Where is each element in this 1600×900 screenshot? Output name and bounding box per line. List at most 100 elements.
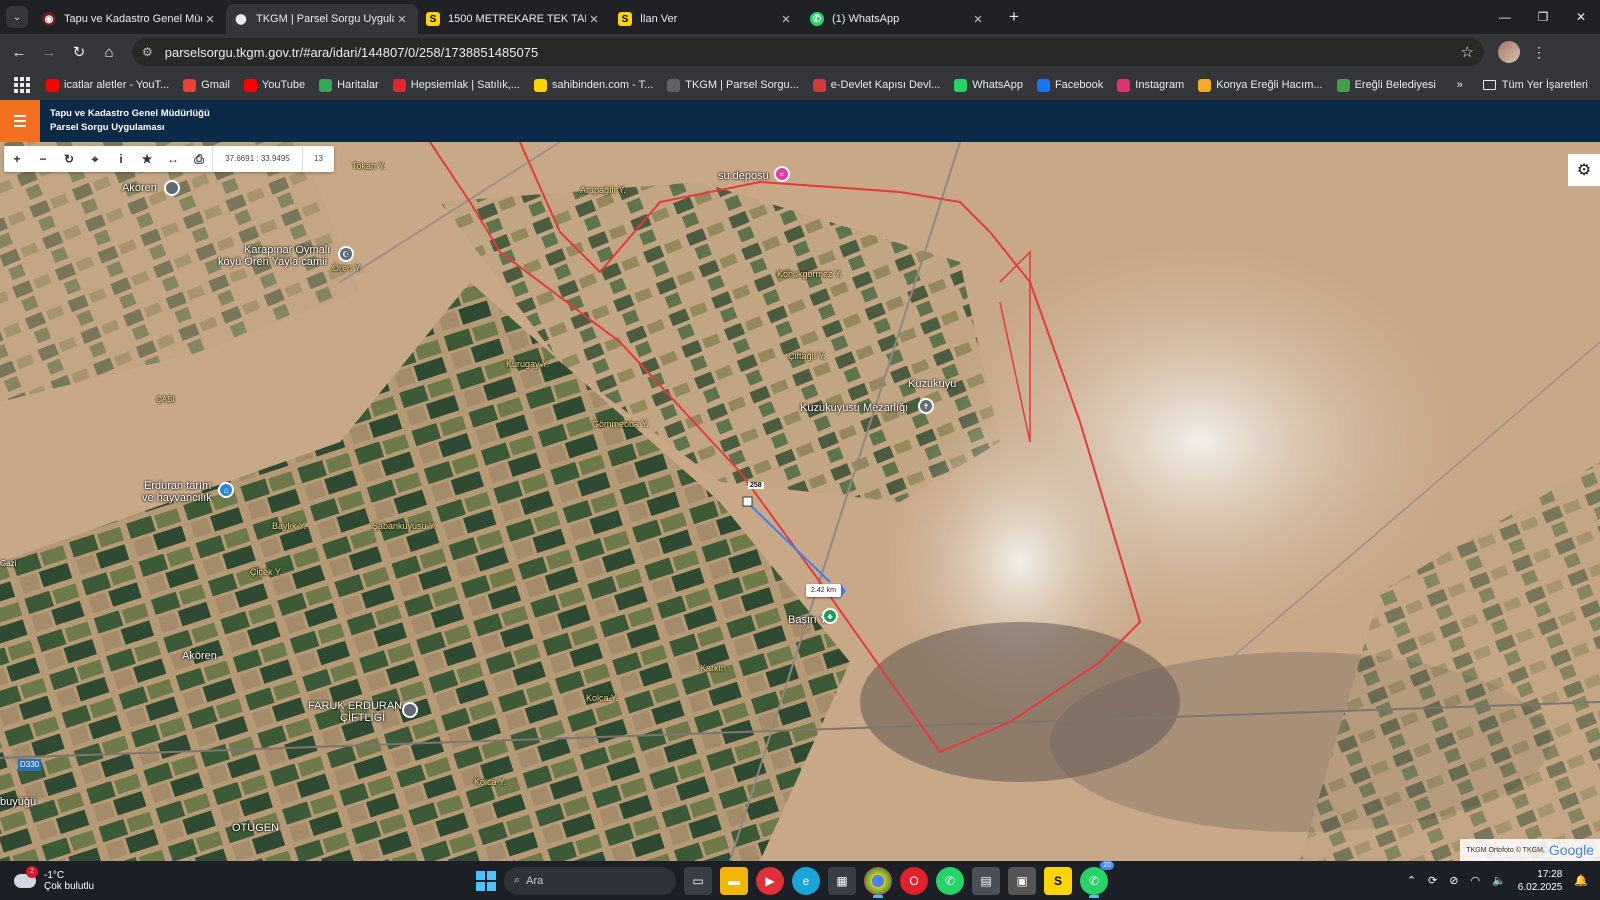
- place-label: Kurugay Y.: [506, 359, 550, 369]
- back-button[interactable]: ←: [4, 37, 34, 67]
- bookmark-label: Haritalar: [337, 79, 379, 91]
- all-bookmarks-folder[interactable]: Tüm Yer İşaretleri: [1482, 79, 1588, 91]
- bookmark-item[interactable]: TKGM | Parsel Sorgu...: [667, 78, 799, 92]
- whatsapp-desktop-icon[interactable]: ✆: [936, 866, 964, 895]
- zoom-out-button[interactable]: −: [30, 146, 56, 172]
- minimize-button[interactable]: —: [1486, 0, 1524, 34]
- clock[interactable]: 17:28 6.02.2025: [1518, 868, 1563, 894]
- tab-sahibinden-listing[interactable]: S 1500 METREKARE TEK TAPU İKİ ✕: [418, 4, 610, 34]
- bookmark-label: Facebook: [1054, 79, 1104, 91]
- home-button[interactable]: ⌂: [94, 37, 124, 67]
- notification-bell-icon[interactable]: 🔔: [1574, 874, 1588, 887]
- bookmark-item[interactable]: Facebook: [1036, 78, 1104, 92]
- forward-button[interactable]: →: [34, 37, 64, 67]
- chrome-icon[interactable]: [864, 866, 892, 898]
- info-icon[interactable]: i: [108, 146, 134, 172]
- satellite-imagery: [0, 142, 1600, 861]
- bookmark-label: TKGM | Parsel Sorgu...: [685, 79, 799, 91]
- location-pin-icon[interactable]: [164, 180, 180, 196]
- bookmark-item[interactable]: Konya Ereğli Hacım...: [1198, 78, 1323, 92]
- store-icon[interactable]: ▦: [828, 866, 856, 895]
- measure-icon[interactable]: ↔: [160, 146, 186, 172]
- url-text[interactable]: parselsorgu.tkgm.gov.tr/#ara/idari/14480…: [165, 45, 1461, 60]
- reload-button[interactable]: ↻: [64, 37, 94, 67]
- profile-avatar[interactable]: [1498, 41, 1520, 63]
- address-bar[interactable]: ⚙ parselsorgu.tkgm.gov.tr/#ara/idari/144…: [132, 38, 1484, 66]
- taskbar-search[interactable]: ⌕ Ara: [504, 866, 676, 895]
- sahibinden-icon[interactable]: S: [1044, 866, 1072, 895]
- volume-icon[interactable]: 🔈: [1492, 874, 1506, 887]
- windows-start-icon[interactable]: [476, 870, 496, 891]
- close-icon[interactable]: ✕: [586, 13, 602, 26]
- place-label: buyüğü: [0, 796, 37, 808]
- bookmark-label: Instagram: [1135, 79, 1185, 91]
- satellite-map[interactable]: Akören Karapınar Oymalı köyü Ören Yayla …: [0, 142, 1600, 861]
- media-player-icon[interactable]: ▶: [756, 866, 784, 895]
- file-explorer-icon[interactable]: ▬: [720, 866, 748, 895]
- sync-icon[interactable]: ⟳: [1428, 874, 1437, 887]
- bookmark-item[interactable]: Haritalar: [319, 78, 379, 92]
- water-tank-pin-icon[interactable]: ≈: [774, 166, 790, 182]
- print-icon[interactable]: ⎙: [186, 146, 212, 172]
- favorite-star-icon[interactable]: ★: [134, 146, 160, 172]
- distance-readout: 2.42 km: [806, 584, 841, 597]
- calculator-icon[interactable]: ▤: [972, 866, 1000, 895]
- new-tab-button[interactable]: +: [1002, 6, 1026, 30]
- more-bookmarks-chevron-icon[interactable]: »: [1457, 79, 1463, 91]
- bookmark-item[interactable]: Instagram: [1117, 78, 1185, 92]
- bookmark-item[interactable]: Gmail: [183, 78, 230, 92]
- close-window-button[interactable]: ✕: [1562, 0, 1600, 34]
- tab-title: Tapu ve Kadastro Genel Müdürl: [64, 13, 202, 25]
- bookmark-item[interactable]: WhatsApp: [954, 78, 1023, 92]
- gear-icon[interactable]: ⚙: [1568, 154, 1600, 186]
- bookmark-star-icon[interactable]: ☆: [1461, 43, 1474, 61]
- weather-widget[interactable]: 2 -1°C Çok bulutlu: [14, 865, 94, 892]
- task-view-icon[interactable]: ▭: [684, 866, 712, 895]
- close-icon[interactable]: ✕: [202, 13, 218, 26]
- farm-pin-icon[interactable]: ⌂: [218, 482, 234, 498]
- bookmark-item[interactable]: icatlar aletler - YouT...: [46, 78, 169, 92]
- bookmark-label: Ereğli Belediyesi: [1354, 79, 1436, 91]
- close-icon[interactable]: ✕: [778, 13, 794, 26]
- restore-button[interactable]: ❐: [1524, 0, 1562, 34]
- app-icon[interactable]: ▣: [1008, 866, 1036, 895]
- park-pin-icon[interactable]: ♣: [822, 608, 838, 624]
- mosque-pin-icon[interactable]: ☪: [338, 246, 354, 262]
- place-label: Erduran tarım: [144, 480, 212, 492]
- tab-search-button[interactable]: ⌄: [6, 6, 28, 28]
- tab-tkgm-home[interactable]: ◉ Tapu ve Kadastro Genel Müdürl ✕: [34, 4, 226, 34]
- zoom-in-button[interactable]: +: [4, 146, 30, 172]
- place-label: Tokan Y.: [352, 161, 386, 171]
- apps-grid-icon[interactable]: [14, 77, 30, 93]
- hamburger-menu-icon[interactable]: [0, 100, 40, 142]
- bookmark-item[interactable]: sahibinden.com - T...: [533, 78, 653, 92]
- place-label: Çiçek Y.: [250, 567, 283, 577]
- map-pin-icon: ⬤: [235, 13, 247, 25]
- site-info-icon[interactable]: ⚙: [142, 45, 153, 59]
- locate-icon[interactable]: ⌖: [82, 146, 108, 172]
- edge-icon[interactable]: e: [792, 866, 820, 895]
- whatsapp-badge: 20: [1100, 860, 1114, 870]
- close-icon[interactable]: ✕: [394, 13, 410, 26]
- whatsapp-taskbar-icon[interactable]: ✆ 20: [1080, 860, 1114, 898]
- all-bookmarks-label: Tüm Yer İşaretleri: [1501, 79, 1588, 91]
- bookmark-item[interactable]: Ereğli Belediyesi: [1336, 78, 1436, 92]
- close-icon[interactable]: ✕: [970, 13, 986, 26]
- wifi-icon[interactable]: ◠: [1470, 874, 1480, 887]
- bookmark-item[interactable]: e-Devlet Kapısı Devl...: [812, 78, 940, 92]
- browser-menu-icon[interactable]: ⋮: [1532, 44, 1546, 61]
- opera-icon[interactable]: O: [900, 866, 928, 895]
- cemetery-pin-icon[interactable]: ✝: [918, 398, 934, 414]
- bookmark-item[interactable]: Hepsiemlak | Satılık,...: [392, 78, 520, 92]
- tab-title: İlan Ver: [640, 13, 678, 25]
- refresh-icon[interactable]: ↻: [56, 146, 82, 172]
- tab-whatsapp[interactable]: ✆ (1) WhatsApp ✕: [802, 4, 994, 34]
- parcel-number-tag[interactable]: 258: [748, 482, 764, 489]
- tab-ilan-ver[interactable]: S İlan Ver ✕: [610, 4, 802, 34]
- bookmark-item[interactable]: YouTube: [243, 78, 305, 92]
- tab-parsel-sorgu[interactable]: ⬤ TKGM | Parsel Sorgu Uygulamas ✕: [226, 4, 418, 34]
- road-label: D330: [18, 759, 42, 771]
- network-off-icon[interactable]: ⊘: [1449, 874, 1458, 887]
- location-pin-icon[interactable]: [402, 702, 418, 718]
- chevron-up-icon[interactable]: ⌃: [1407, 874, 1416, 887]
